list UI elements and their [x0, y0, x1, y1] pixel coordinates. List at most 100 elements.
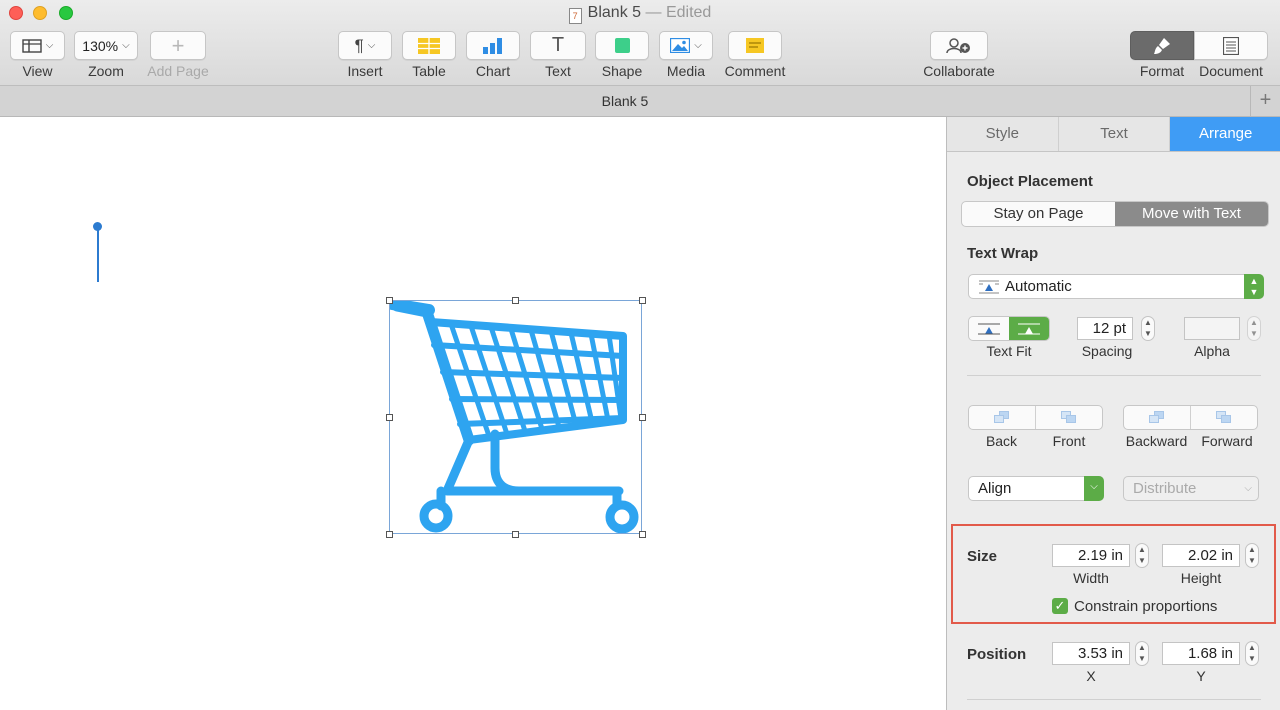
send-backward-icon — [1149, 411, 1165, 424]
align-label: Align — [978, 480, 1012, 497]
selection-frame — [389, 300, 642, 534]
text-wrap-popup[interactable]: Automatic ▲ ▼ — [968, 274, 1264, 299]
send-to-back-button[interactable] — [969, 406, 1036, 429]
tab-text[interactable]: Text — [1058, 117, 1171, 151]
bar-chart-icon — [483, 37, 502, 54]
comment-note-icon — [746, 38, 764, 53]
add-page-button[interactable]: + — [150, 31, 206, 60]
text-fit-shape-option[interactable] — [1009, 317, 1049, 340]
add-page-label: Add Page — [147, 63, 209, 79]
position-y-stepper[interactable]: ▲ ▼ — [1245, 641, 1259, 666]
new-tab-button[interactable]: + — [1250, 86, 1280, 117]
shape-button[interactable] — [595, 31, 649, 60]
bring-to-front-icon — [1061, 411, 1077, 424]
table-label: Table — [412, 63, 446, 79]
bring-forward-icon — [1216, 411, 1232, 424]
zoom-popup[interactable]: 130% ⌵ — [74, 31, 138, 60]
position-x-stepper[interactable]: ▲ ▼ — [1135, 641, 1149, 666]
width-label: Width — [1073, 570, 1109, 586]
position-x-field[interactable]: 3.53 in — [1052, 642, 1130, 665]
toolbar: 7 Blank 5 — Edited ⌵ View 130% ⌵ Zoom + Ad… — [0, 0, 1280, 86]
width-stepper[interactable]: ▲ ▼ — [1135, 543, 1149, 568]
height-stepper[interactable]: ▲ ▼ — [1245, 543, 1259, 568]
document-label: Document — [1199, 63, 1263, 79]
object-placement-segmented: Stay on Page Move with Text — [961, 201, 1269, 227]
back-label: Back — [985, 433, 1018, 449]
comment-label: Comment — [724, 63, 786, 79]
collaborate-button[interactable] — [930, 31, 988, 60]
position-y-field[interactable]: 1.68 in — [1162, 642, 1240, 665]
text-t-icon: T — [551, 34, 565, 56]
height-field[interactable]: 2.02 in — [1162, 544, 1240, 567]
text-fit-shape-icon — [1018, 323, 1040, 334]
plus-icon: + — [171, 32, 185, 58]
chevron-down-icon: ⌵ — [45, 40, 54, 51]
layer-step-group — [1123, 405, 1258, 430]
alpha-field[interactable] — [1184, 317, 1240, 340]
window-title: 7 Blank 5 — Edited — [0, 4, 1280, 24]
bring-forward-button[interactable] — [1191, 406, 1257, 429]
tab-arrange[interactable]: Arrange — [1170, 117, 1280, 151]
resize-handle-top[interactable] — [512, 297, 519, 304]
document-name: Blank 5 — [587, 4, 642, 21]
position-x-label: X — [1086, 668, 1096, 684]
table-icon — [418, 37, 440, 54]
format-label: Format — [1139, 63, 1185, 79]
document-button[interactable] — [1194, 31, 1268, 60]
spacing-field[interactable]: 12 pt — [1077, 317, 1133, 340]
text-fit-box-option[interactable] — [969, 317, 1009, 340]
chevron-down-icon: ⌵ — [1244, 483, 1252, 494]
shape-label: Shape — [601, 63, 643, 79]
resize-handle-bottom-left[interactable] — [386, 531, 393, 538]
document-canvas[interactable] — [0, 117, 946, 710]
distribute-popup[interactable]: Distribute ⌵ — [1123, 476, 1259, 501]
chevron-down-icon: ⌵ — [694, 40, 702, 51]
text-label: Text — [545, 63, 571, 79]
divider — [967, 375, 1261, 376]
chart-button[interactable] — [466, 31, 520, 60]
view-label: View — [22, 63, 53, 79]
resize-handle-top-right[interactable] — [639, 297, 646, 304]
comment-button[interactable] — [728, 31, 782, 60]
zoom-value: 130% — [82, 37, 119, 54]
object-placement-title: Object Placement — [967, 173, 1093, 190]
stay-on-page-option[interactable]: Stay on Page — [962, 202, 1115, 226]
media-button[interactable]: ⌵ — [659, 31, 713, 60]
resize-handle-left[interactable] — [386, 414, 393, 421]
resize-handle-bottom-right[interactable] — [639, 531, 646, 538]
photo-icon — [670, 38, 691, 53]
front-label: Front — [1052, 433, 1086, 449]
tab-style[interactable]: Style — [947, 117, 1059, 151]
insert-label: Insert — [347, 63, 383, 79]
text-box-button[interactable]: T — [530, 31, 586, 60]
bring-to-front-button[interactable] — [1036, 406, 1102, 429]
align-popup[interactable]: Align ⌵ — [968, 476, 1104, 501]
constrain-proportions-checkbox[interactable]: ✓ — [1052, 598, 1068, 614]
constrain-proportions-label: Constrain proportions — [1074, 598, 1218, 615]
view-button[interactable]: ⌵ — [10, 31, 65, 60]
text-insertion-point — [97, 227, 99, 282]
send-backward-button[interactable] — [1124, 406, 1191, 429]
resize-handle-bottom[interactable] — [512, 531, 519, 538]
tab-blank-5[interactable]: Blank 5 — [0, 93, 1250, 109]
move-with-text-option[interactable]: Move with Text — [1115, 202, 1268, 226]
alpha-stepper[interactable]: ▲ ▼ — [1247, 316, 1261, 341]
zoom-label: Zoom — [88, 63, 124, 79]
width-field[interactable]: 2.19 in — [1052, 544, 1130, 567]
tab-bar: Blank 5 + — [0, 86, 1280, 117]
text-wrap-value: Automatic — [1005, 278, 1072, 295]
wrap-automatic-icon — [979, 280, 999, 294]
text-fit-box-icon — [978, 323, 1000, 334]
table-button[interactable] — [402, 31, 456, 60]
format-button[interactable] — [1130, 31, 1194, 60]
layer-order-group — [968, 405, 1103, 430]
spacing-stepper[interactable]: ▲ ▼ — [1141, 316, 1155, 341]
forward-label: Forward — [1201, 433, 1253, 449]
insert-button[interactable]: ¶ ⌵ — [338, 31, 392, 60]
paragraph-icon: ¶ — [354, 35, 364, 55]
resize-handle-top-left[interactable] — [386, 297, 393, 304]
distribute-label: Distribute — [1133, 480, 1197, 497]
resize-handle-right[interactable] — [639, 414, 646, 421]
spacing-label: Spacing — [1081, 343, 1133, 359]
pages-document-icon: 7 — [568, 8, 582, 24]
